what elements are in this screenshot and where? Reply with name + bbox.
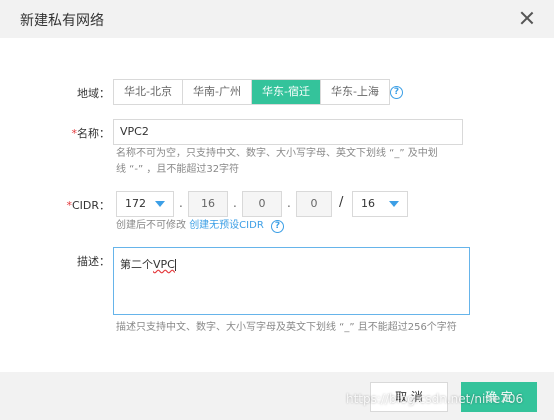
region-option-guangzhou[interactable]: 华南-广州 [182, 80, 252, 104]
dialog-header: 新建私有网络 [0, 0, 554, 38]
region-label: 地域： [77, 87, 110, 100]
name-hint: 名称不可为空，只支持中文、数字、大小写字母、英文下划线 “_” 及中划 线 “-… [116, 146, 466, 178]
cidr-mask-value: 16 [361, 197, 375, 210]
cidr-label-text: CIDR： [71, 199, 110, 212]
name-label: *名称： [60, 125, 111, 141]
cidr-hint: 创建后不可修改 创建无预设CIDR [116, 218, 264, 234]
region-option-shanghai[interactable]: 华东-上海 [320, 80, 389, 104]
cidr-slash: / [339, 195, 344, 210]
description-value-prefix: 第二个 [120, 258, 153, 271]
no-preset-cidr-link[interactable]: 创建无预设CIDR [189, 220, 264, 231]
cidr-octet3-field[interactable]: 0 [242, 191, 282, 217]
cidr-label: *CIDR： [60, 197, 110, 213]
new-vpc-dialog: 新建私有网络 地域： 华北-北京 华南-广州 华东-宿迁 华东-上海 ? *名称… [0, 0, 554, 420]
cidr-octet4-field[interactable]: 0 [296, 191, 332, 217]
cidr-dot: . [287, 196, 291, 210]
cidr-dot: . [233, 196, 237, 210]
cidr-hint-text: 创建后不可修改 [116, 220, 186, 231]
description-hint: 描述只支持中文、数字、大小写字母及英文下划线 “_” 且不能超过256个字符 [116, 322, 457, 333]
cidr-octet1-value: 172 [125, 197, 146, 210]
chevron-down-icon [389, 201, 399, 207]
description-textarea[interactable]: 第二个VPC [113, 247, 470, 315]
description-value-spellcheck: VPC [153, 258, 175, 271]
text-caret [174, 259, 176, 271]
region-selector: 华北-北京 华南-广州 华东-宿迁 华东-上海 [113, 79, 390, 105]
chevron-down-icon [155, 201, 165, 207]
name-input[interactable]: VPC2 [113, 119, 463, 145]
name-hint-line1: 名称不可为空，只支持中文、数字、大小写字母、英文下划线 “_” 及中划 [116, 148, 438, 159]
description-label: 描述： [77, 255, 110, 268]
cidr-octet1-select[interactable]: 172 [116, 191, 174, 217]
region-help-icon[interactable]: ? [390, 86, 403, 99]
cidr-dot: . [179, 196, 183, 210]
name-label-text: 名称： [77, 127, 110, 140]
cidr-mask-select[interactable]: 16 [352, 191, 408, 217]
watermark: https://blog.csdn.net/nine706 [346, 392, 524, 406]
region-option-suqian[interactable]: 华东-宿迁 [251, 80, 321, 104]
cidr-help-icon[interactable]: ? [271, 220, 284, 233]
close-icon[interactable] [518, 9, 536, 27]
cidr-octet2-field[interactable]: 16 [188, 191, 228, 217]
region-option-beijing[interactable]: 华北-北京 [114, 80, 183, 104]
dialog-title: 新建私有网络 [20, 13, 104, 29]
name-hint-line2: 线 “-” ，且不能超过32字符 [116, 164, 240, 175]
